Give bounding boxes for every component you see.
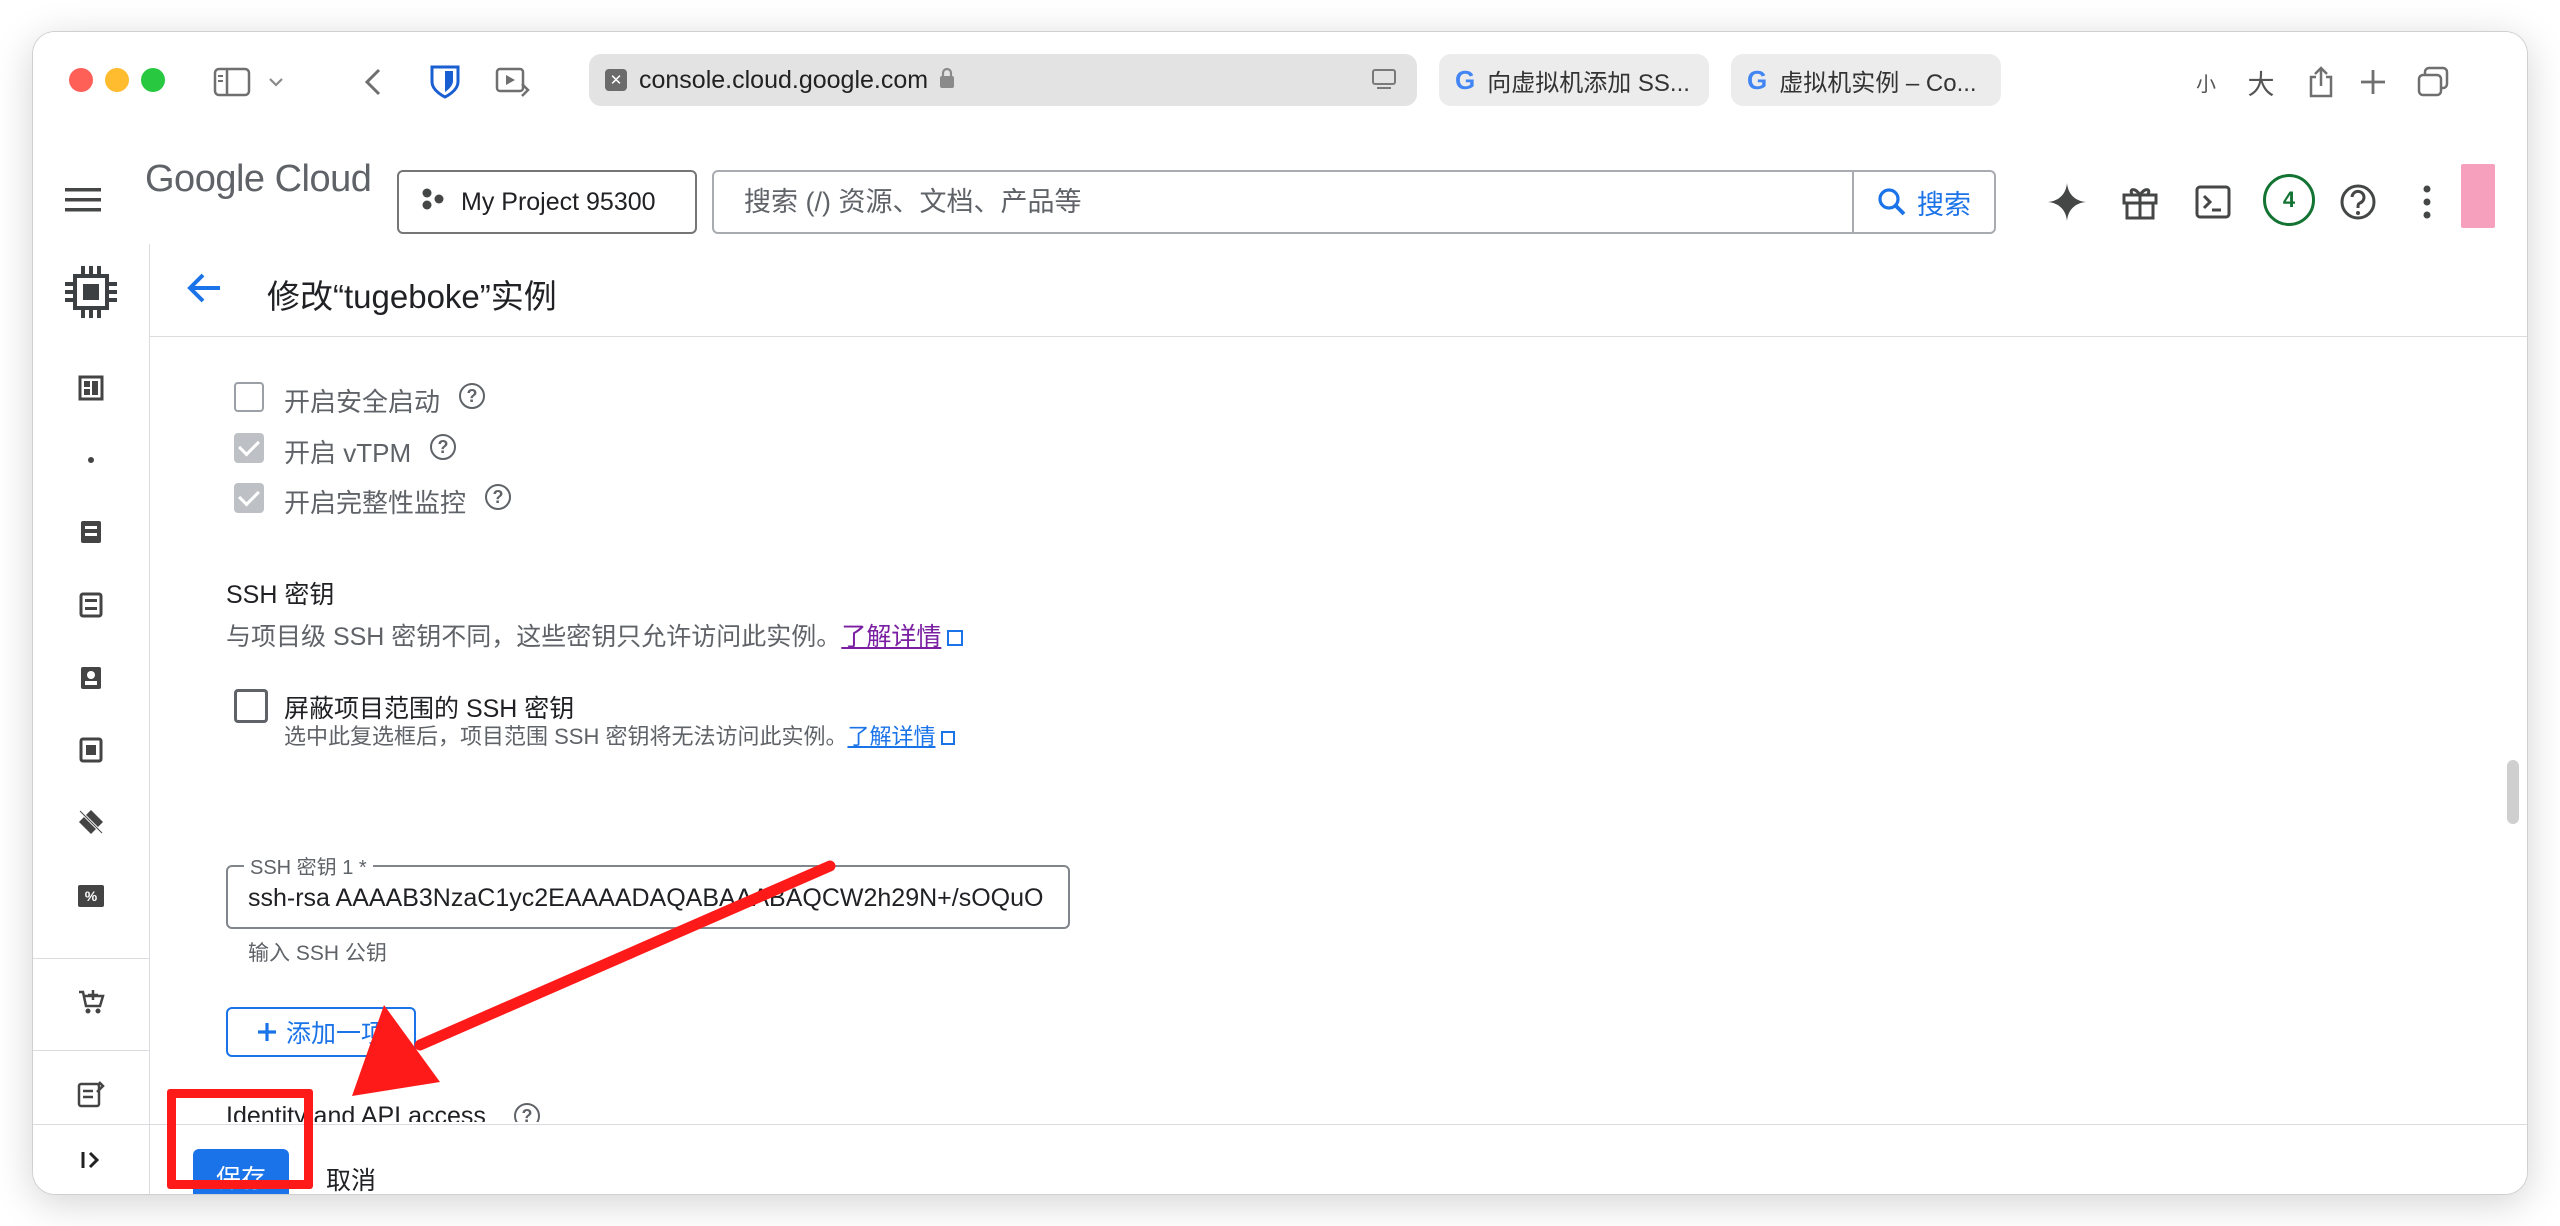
scrollbar-thumb[interactable] [2507,760,2519,824]
notification-count: 4 [2263,174,2315,226]
help-circle-icon[interactable]: ? [459,383,485,409]
instance-templates-icon[interactable] [75,589,107,621]
close-window-button[interactable] [69,68,93,92]
url-text: console.cloud.google.com [639,65,929,94]
search-button[interactable]: 搜索 [1852,172,1994,232]
search-icon [1878,188,1906,216]
nav-divider [33,958,149,959]
gift-icon[interactable] [2118,180,2162,224]
avatar[interactable] [2461,164,2495,228]
block-project-ssh-checkbox[interactable] [234,689,268,723]
console-header: Google Cloud My Project 95300 搜索 4 [33,132,2527,245]
main-content: 开启安全启动 ? 开启 vTPM ? 开启完整性监控 ? SSH 密钥 与项目级… [150,337,2527,1122]
vtpm-checkbox [234,433,264,463]
ssh-key-hint: 输入 SSH 公钥 [248,942,387,965]
tab-label: 虚拟机实例 – Co... [1779,69,1977,97]
external-link-icon [941,731,956,746]
minimize-window-button[interactable] [105,68,129,92]
more-vert-icon[interactable] [2405,180,2449,224]
block-learn-more-link[interactable]: 了解详情 [847,724,935,749]
zoom-window-button[interactable] [141,68,165,92]
cancel-button[interactable]: 取消 [326,1161,376,1194]
sole-tenant-nodes-icon[interactable] [75,662,107,694]
media-play-icon[interactable] [491,60,535,104]
release-notes-icon[interactable] [75,1078,107,1110]
expand-nav-icon[interactable] [75,1144,107,1176]
project-icon [421,187,445,218]
ssh-key-1-label: SSH 密钥 1 * [244,851,373,880]
help-circle-icon[interactable]: ? [514,1103,540,1122]
hamburger-menu-icon[interactable] [61,178,105,222]
help-circle-icon[interactable]: ? [430,434,456,460]
compute-engine-nav: % [33,244,150,1194]
new-tab-icon[interactable] [2353,60,2393,104]
ssh-key-1-field[interactable]: SSH 密钥 1 * ssh-rsa AAAAB3NzaC1yc2EAAAADA… [226,851,1070,929]
project-picker[interactable]: My Project 95300 [397,170,697,234]
committed-use-discounts-icon[interactable]: % [75,880,107,912]
help-icon[interactable] [2336,180,2380,224]
address-bar[interactable]: ✕ console.cloud.google.com [589,54,1417,106]
nav-divider [33,1124,149,1125]
save-highlight-annotation [167,1089,313,1189]
browser-window: ✕ console.cloud.google.com G 向虚拟机添加 SS..… [33,32,2527,1194]
share-icon[interactable] [2301,60,2341,104]
text-smaller-button[interactable]: 小 [2191,60,2221,104]
vm-instances-icon[interactable] [75,516,107,548]
secure-boot-checkbox[interactable] [234,382,264,412]
logo-google: Google [145,158,265,200]
logo-cloud: Cloud [274,158,372,200]
back-arrow-icon[interactable] [186,272,222,309]
ssh-keys-title: SSH 密钥 [226,581,335,609]
search-button-label: 搜索 [1917,189,1971,220]
block-desc-text: 选中此复选框后，项目范围 SSH 密钥将无法访问此实例。 [284,724,848,749]
add-item-button[interactable]: 添加一项 [226,1007,416,1057]
nav-dot-icon [75,444,107,476]
notifications-badge[interactable]: 4 [2261,172,2317,228]
back-icon[interactable] [353,60,393,104]
machine-images-icon[interactable] [75,734,107,766]
plus-icon [257,1023,276,1041]
cloud-shell-terminal-icon[interactable] [2191,180,2235,224]
page-title: 修改“tugeboke”实例 [267,278,557,315]
reader-mode-icon[interactable] [1371,68,1397,97]
tpus-icon[interactable] [75,806,107,838]
external-link-icon [947,630,964,647]
project-name: My Project 95300 [461,187,656,216]
add-item-label: 添加一项 [285,1020,386,1048]
page-title-bar: 修改“tugeboke”实例 [150,244,2527,337]
google-favicon-icon: G [1747,64,1768,95]
dashboard-icon[interactable] [75,372,107,404]
tab-overview-icon[interactable] [2411,60,2455,104]
tab-label: 向虚拟机添加 SS... [1487,69,1690,97]
help-circle-icon[interactable]: ? [485,484,511,510]
google-cloud-logo[interactable]: Google Cloud [145,158,372,201]
nav-divider [33,1050,149,1051]
gemini-sparkle-icon[interactable] [2045,180,2089,224]
compute-engine-chip-icon[interactable] [61,262,121,322]
search-bar: 搜索 [712,170,1996,234]
site-favicon-icon: ✕ [605,69,627,91]
bitwarden-shield-icon[interactable] [423,60,467,104]
block-project-ssh-description: 选中此复选框后，项目范围 SSH 密钥将无法访问此实例。了解详情 [284,719,956,751]
marketplace-cart-icon[interactable] [75,986,107,1018]
text-larger-button[interactable]: 大 [2243,60,2279,104]
lock-icon [938,67,956,94]
svg-text:%: % [85,888,98,904]
action-footer: 保存 取消 [150,1124,2527,1194]
ssh-key-1-value[interactable]: ssh-rsa AAAAB3NzaC1yc2EAAAADAQABAAABAQCW… [248,884,1058,913]
tab-vm-instances[interactable]: G 虚拟机实例 – Co... [1731,54,2001,106]
browser-toolbar: ✕ console.cloud.google.com G 向虚拟机添加 SS..… [33,32,2527,133]
learn-more-link[interactable]: 了解详情 [841,623,941,651]
sidebar-toggle-icon[interactable] [209,60,255,104]
integrity-monitoring-label: 开启完整性监控 [284,488,467,518]
tab-ssh-guide[interactable]: G 向虚拟机添加 SS... [1439,54,1709,106]
google-favicon-icon: G [1455,64,1476,95]
vtpm-label: 开启 vTPM [284,438,412,468]
ssh-description-text: 与项目级 SSH 密钥不同，这些密钥只允许访问此实例。 [226,623,842,651]
chevron-down-icon[interactable] [263,60,289,104]
secure-boot-label: 开启安全启动 [284,387,441,417]
integrity-monitoring-checkbox [234,483,264,513]
ssh-keys-description: 与项目级 SSH 密钥不同，这些密钥只允许访问此实例。了解详情 [226,617,964,653]
search-input[interactable] [742,185,1846,219]
